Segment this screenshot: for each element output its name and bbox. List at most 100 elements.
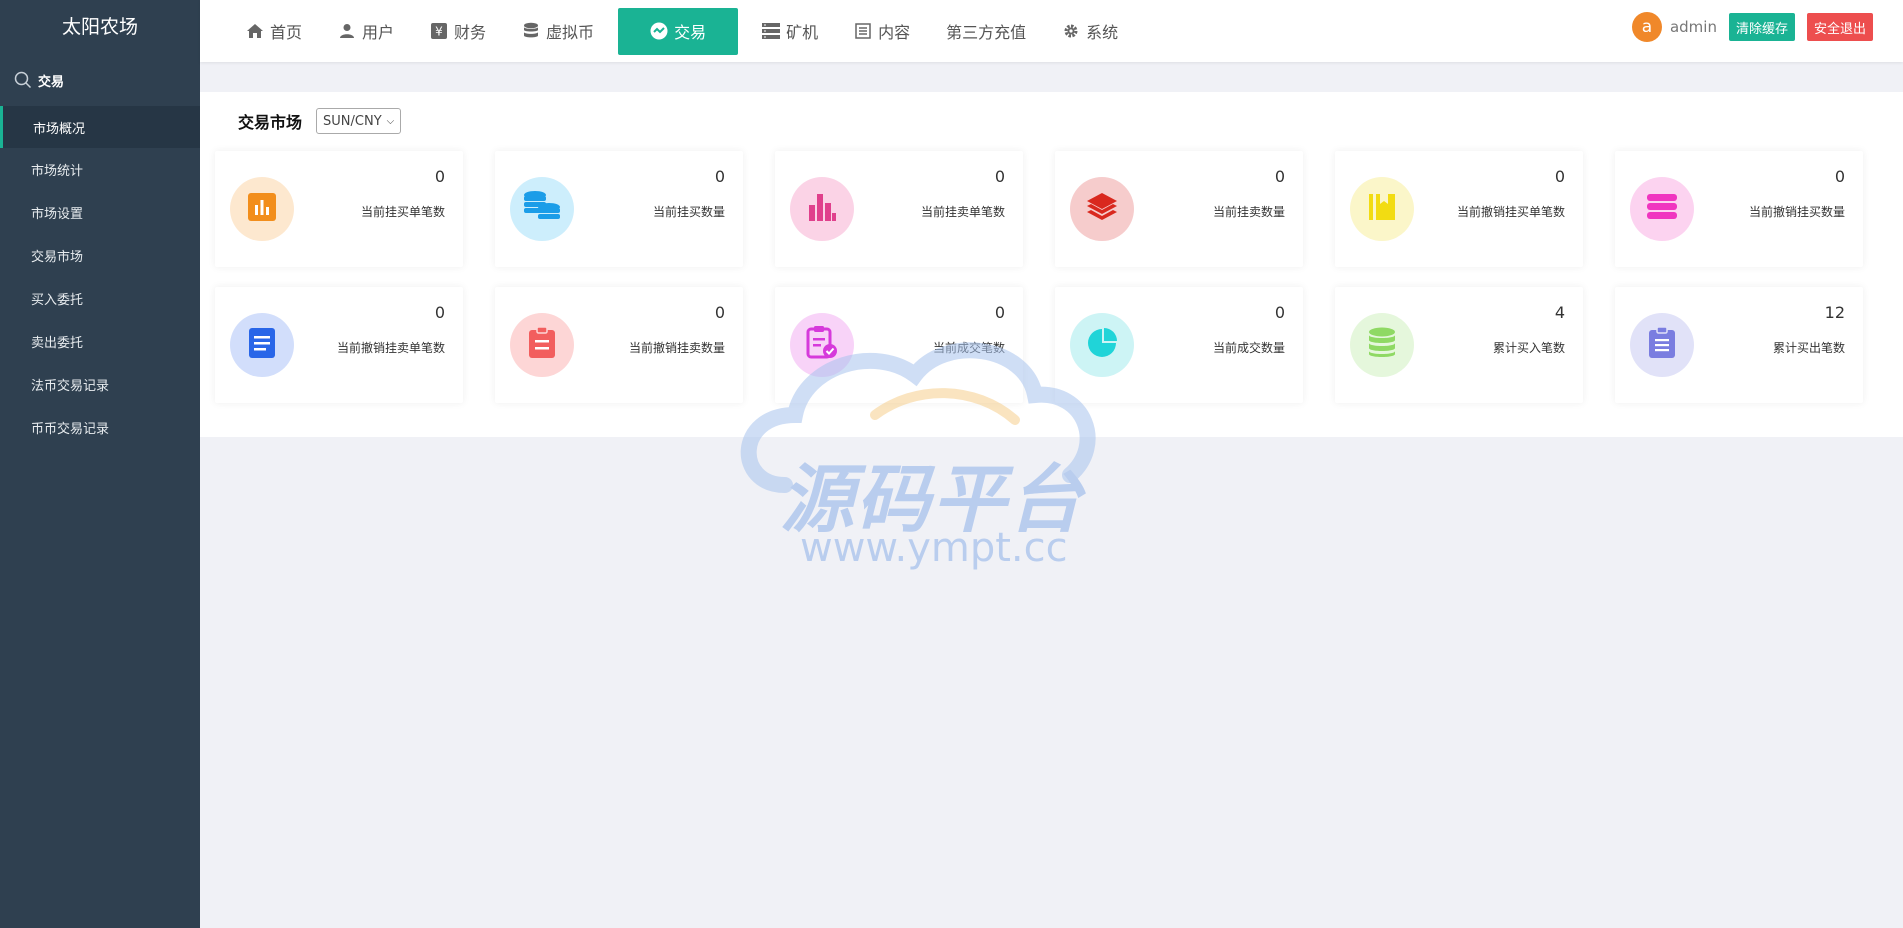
exchange-icon <box>650 22 668 40</box>
sidebar: 太阳农场 交易 市场概况 市场统计 市场设置 交易市场 买入委托 卖出委托 法币… <box>0 0 200 928</box>
stat-icon-circle <box>1350 177 1414 241</box>
clipboard-check-icon <box>806 326 838 364</box>
nav-users[interactable]: 用户 <box>320 7 412 55</box>
gear-icon <box>1062 22 1080 40</box>
stat-card-cancel-sell-quantity: 0 当前撤销挂卖数量 <box>495 287 743 403</box>
stack-icon <box>1645 192 1679 226</box>
stat-value: 0 <box>714 167 725 186</box>
stat-value: 0 <box>1274 167 1285 186</box>
stat-label: 累计买出笔数 <box>1772 341 1845 355</box>
stat-icon-circle <box>230 313 294 377</box>
nav-home[interactable]: 首页 <box>228 7 320 55</box>
stat-value: 4 <box>1554 303 1565 322</box>
logout-button[interactable]: 安全退出 <box>1806 13 1873 41</box>
stat-value: 12 <box>1824 303 1845 322</box>
stat-card-deal-count: 0 当前成交笔数 <box>775 287 1023 403</box>
stat-label: 累计买入笔数 <box>1492 341 1565 355</box>
stat-value: 0 <box>1834 167 1845 186</box>
sidebar-section-trade[interactable]: 交易 <box>0 54 200 106</box>
stat-label: 当前撤销挂卖单笔数 <box>336 341 445 355</box>
document-icon <box>248 327 276 363</box>
database-icon <box>1367 327 1397 363</box>
sidebar-section-label: 交易 <box>38 74 65 90</box>
stat-card-sell-order-count: 0 当前挂卖单笔数 <box>775 151 1023 267</box>
layers-icon <box>1085 191 1119 227</box>
stat-label: 当前撤销挂买数量 <box>1748 205 1845 219</box>
sidebar-item-fiat-records[interactable]: 法币交易记录 <box>0 363 200 406</box>
stat-icon-circle <box>790 313 854 377</box>
sidebar-item-sell-orders[interactable]: 卖出委托 <box>0 320 200 363</box>
nav-finance[interactable]: ¥ 财务 <box>412 7 504 55</box>
stat-icon-circle <box>1070 313 1134 377</box>
stat-value: 0 <box>434 303 445 322</box>
stat-icon-circle <box>1630 313 1694 377</box>
stat-label: 当前挂卖单笔数 <box>920 205 1005 219</box>
stat-card-total-sell-count: 12 累计买出笔数 <box>1615 287 1863 403</box>
watermark-text: 源码平台 <box>780 457 1084 543</box>
sidebar-item-coin-records[interactable]: 币币交易记录 <box>0 406 200 449</box>
nav-virtual-coin[interactable]: 虚拟币 <box>504 7 612 55</box>
user-icon <box>338 22 356 40</box>
clipboard-icon <box>528 326 556 363</box>
stat-icon-circle <box>510 313 574 377</box>
user-area: a admin 清除缓存 安全退出 <box>1631 12 1873 42</box>
avatar[interactable]: a <box>1631 12 1662 42</box>
chevron-down-icon: ⌵ <box>386 115 395 127</box>
nav-system[interactable]: 系统 <box>1044 7 1136 55</box>
stat-card-cancel-buy-quantity: 0 当前撤销挂买数量 <box>1615 151 1863 267</box>
stat-card-sell-quantity: 0 当前挂卖数量 <box>1055 151 1303 267</box>
stat-value: 0 <box>994 303 1005 322</box>
nav-third-party-recharge[interactable]: 第三方充值 <box>928 7 1044 55</box>
list-icon <box>854 22 872 40</box>
watermark-url: www.ympt.cc <box>800 525 1068 571</box>
clear-cache-button[interactable]: 清除缓存 <box>1728 13 1795 41</box>
username[interactable]: admin <box>1670 18 1717 36</box>
book-icon <box>1367 192 1397 226</box>
stat-value: 0 <box>434 167 445 186</box>
stat-value: 0 <box>714 303 725 322</box>
main-nav: 首页 用户 ¥ 财务 虚拟币 交易 矿机 内容 第三方充值 系统 <box>200 0 1136 62</box>
pair-select-value: SUN/CNY <box>323 113 382 129</box>
stat-card-deal-quantity: 0 当前成交数量 <box>1055 287 1303 403</box>
bar-chart-icon <box>247 192 277 226</box>
pair-select[interactable]: SUN/CNY ⌵ <box>316 108 402 134</box>
stat-label: 当前撤销挂买单笔数 <box>1456 205 1565 219</box>
sidebar-item-market-settings[interactable]: 市场设置 <box>0 191 200 234</box>
stat-label: 当前挂卖数量 <box>1212 205 1285 219</box>
database-icon <box>522 22 540 40</box>
search-icon <box>14 71 32 89</box>
server-icon <box>762 22 781 40</box>
home-icon <box>246 22 264 40</box>
stat-card-buy-order-count: 0 当前挂买单笔数 <box>215 151 463 267</box>
stat-icon-circle <box>1350 313 1414 377</box>
nav-finance-label: 财务 <box>454 23 487 42</box>
top-navbar: 首页 用户 ¥ 财务 虚拟币 交易 矿机 内容 第三方充值 系统 a admin… <box>200 0 1903 62</box>
stat-value: 0 <box>994 167 1005 186</box>
yen-icon: ¥ <box>430 22 448 40</box>
svg-text:¥: ¥ <box>435 25 443 39</box>
histogram-icon <box>806 191 838 227</box>
stat-label: 当前挂买单笔数 <box>360 205 445 219</box>
stat-icon-circle <box>790 177 854 241</box>
nav-miner-label: 矿机 <box>786 23 819 42</box>
stat-label: 当前撤销挂卖数量 <box>628 341 725 355</box>
sidebar-item-market-overview[interactable]: 市场概况 <box>0 106 200 148</box>
nav-content[interactable]: 内容 <box>836 7 928 55</box>
stat-card-cancel-sell-count: 0 当前撤销挂卖单笔数 <box>215 287 463 403</box>
sidebar-item-trade-market[interactable]: 交易市场 <box>0 234 200 277</box>
nav-system-label: 系统 <box>1086 23 1119 42</box>
nav-trade[interactable]: 交易 <box>618 7 739 55</box>
nav-trade-label: 交易 <box>674 23 707 42</box>
market-header: 交易市场 SUN/CNY ⌵ <box>238 108 402 134</box>
nav-miner[interactable]: 矿机 <box>744 7 836 55</box>
nav-third-party-label: 第三方充值 <box>946 23 1027 42</box>
sidebar-item-buy-orders[interactable]: 买入委托 <box>0 277 200 320</box>
stat-icon-circle <box>510 177 574 241</box>
nav-content-label: 内容 <box>878 23 911 42</box>
stat-label: 当前成交笔数 <box>932 341 1005 355</box>
sidebar-item-market-stats[interactable]: 市场统计 <box>0 148 200 191</box>
stat-card-cancel-buy-count: 0 当前撤销挂买单笔数 <box>1335 151 1583 267</box>
nav-home-label: 首页 <box>270 23 303 42</box>
stat-value: 0 <box>1554 167 1565 186</box>
stat-icon-circle <box>1630 177 1694 241</box>
